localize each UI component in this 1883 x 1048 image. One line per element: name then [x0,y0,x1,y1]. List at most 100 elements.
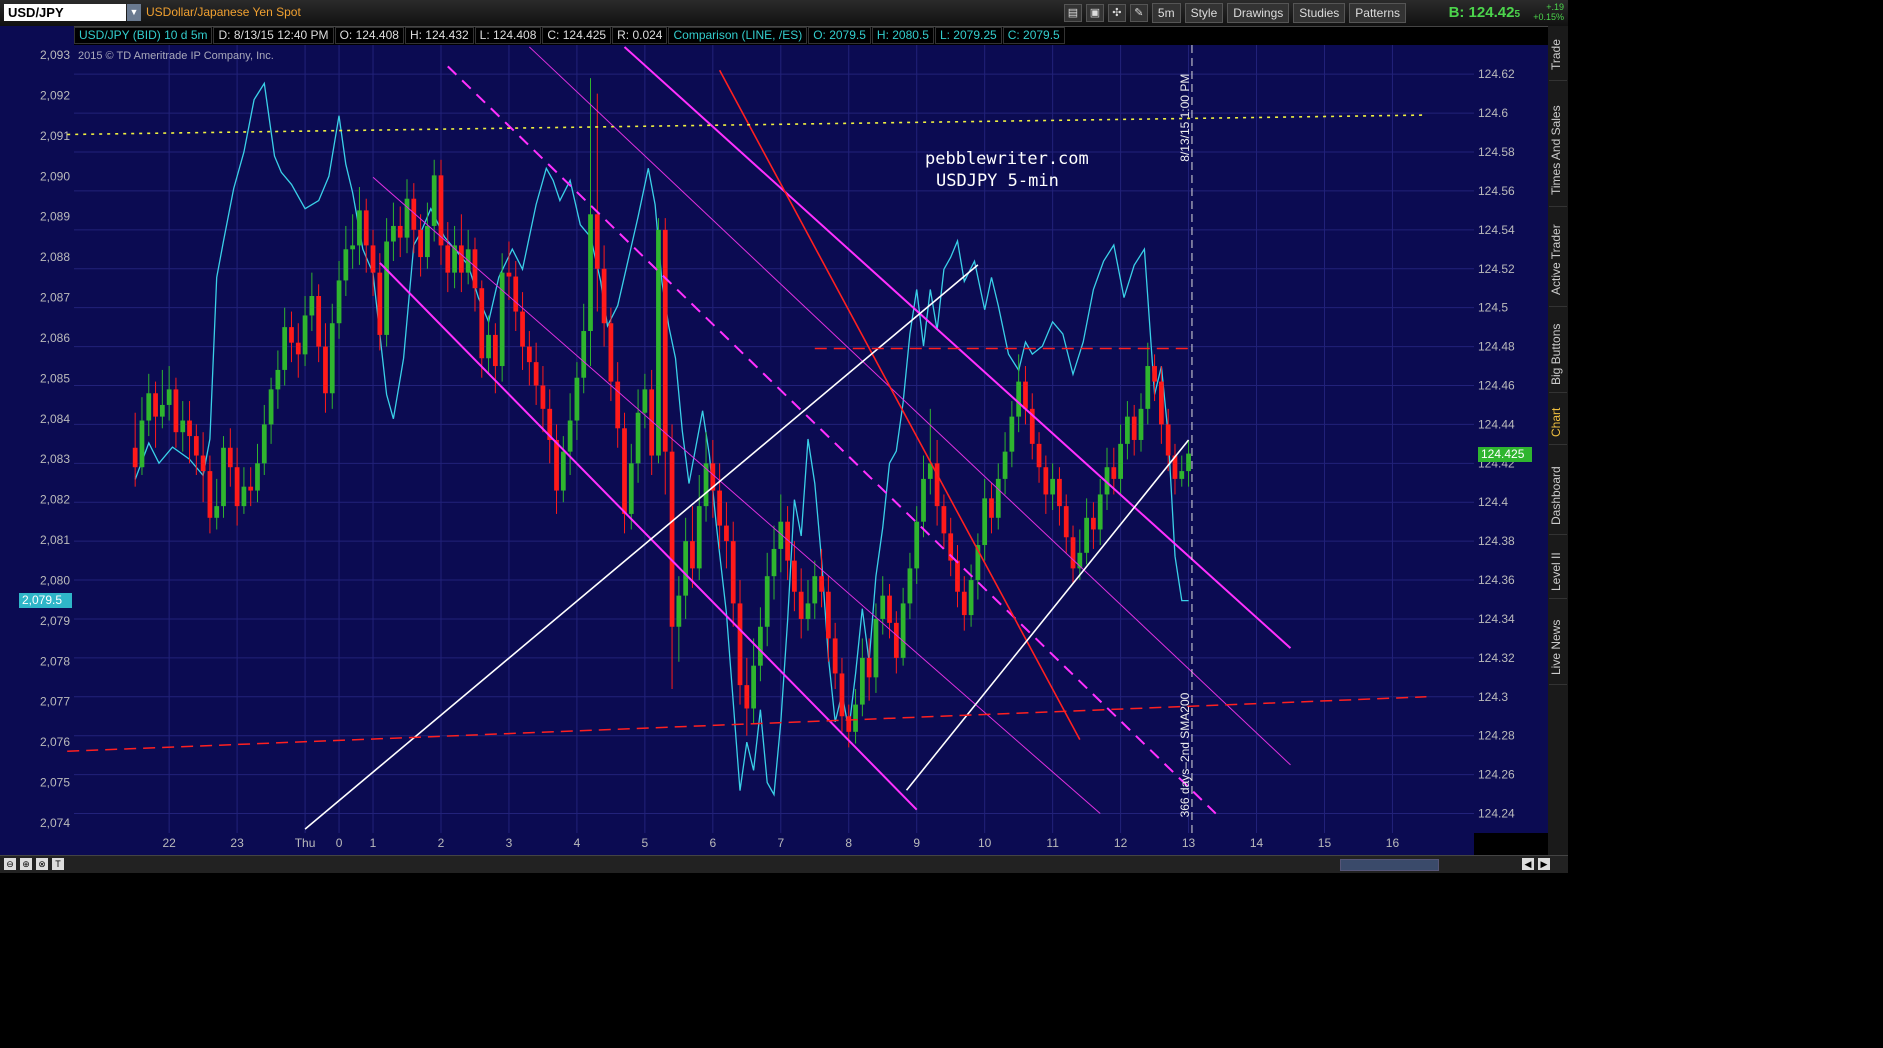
right-axis-panel [1474,45,1548,833]
scroll-thumb[interactable] [1340,859,1439,871]
x-tick-label: 5 [642,836,649,850]
candle-body [187,420,192,437]
info-range: R: 0.024 [612,27,668,44]
annotation-title: pebblewriter.com [925,149,1089,169]
x-axis-panel [74,833,1474,856]
candle-body [302,315,308,355]
candle-body [513,276,519,312]
candle-body [1125,416,1130,444]
x-tick-label: 2 [438,836,445,850]
tab-chart[interactable]: Chart [1549,400,1567,445]
candle-body [968,580,974,616]
info-comp-low: L: 2079.25 [934,27,1002,44]
bottom-scrollbar[interactable]: ⊖ ⊕ ⊗ T ◀ ▶ [0,855,1568,873]
left-tick-label: 2,090 [40,169,70,183]
tab-times-and-sales[interactable]: Times And Sales [1549,94,1567,207]
scroll-right-icon[interactable]: ▶ [1538,858,1550,870]
candle-body [1118,443,1123,479]
tab-dashboard[interactable]: Dashboard [1549,458,1567,535]
candle-body [363,210,369,246]
candle-body [1043,467,1049,495]
candle-body [893,622,899,658]
candle-body [533,362,539,386]
x-tick-label: 12 [1114,836,1128,850]
candle-body [1016,381,1022,417]
tab-level-ii[interactable]: Level II [1549,546,1567,599]
price-chart[interactable]: 2,093 2,092 2,091 2,090 2,089 2,088 2,087 2,086… [0,0,1568,873]
left-tick-label: 2,092 [40,89,70,103]
candle-body [642,389,648,413]
candle-body [554,439,559,491]
tab-trade[interactable]: Trade [1549,30,1567,81]
left-tick-label: 2,076 [40,735,70,749]
candle-body [798,591,804,619]
annotation-subtitle: USDJPY 5-min [936,171,1059,191]
zoom-in-icon[interactable]: ⊕ [20,858,32,870]
x-tick-label: 1 [370,836,377,850]
candle-body [255,463,260,491]
x-tick-label: 13 [1182,836,1196,850]
right-tick-label: 124.38 [1478,534,1515,548]
candle-body [397,225,403,238]
candle-body [1131,416,1137,440]
current-price-badge: 124.425 [1478,447,1532,462]
candle-body [914,521,920,569]
x-tick-label: 7 [777,836,784,850]
candle-body [961,591,967,616]
left-tick-label: 2,084 [40,412,70,426]
candle-body [309,295,315,316]
candle-body [520,311,525,347]
tab-live-news[interactable]: Live News [1549,610,1567,685]
comparison-price-badge: 2,079.5 [19,593,72,608]
candle-body [724,525,729,542]
scroll-left-icon[interactable]: ◀ [1522,858,1534,870]
left-axis-panel [0,26,74,856]
candle-body [1165,424,1171,456]
x-tick-label: 10 [978,836,992,850]
right-tick-label: 124.48 [1478,340,1515,354]
x-tick-label: 11 [1046,836,1059,850]
x-tick-label: 9 [913,836,920,850]
left-tick-label: 2,077 [40,695,70,709]
candle-body [153,393,158,417]
candle-body [445,245,451,273]
zoom-fit-icon[interactable]: ⊗ [36,858,48,870]
candle-body [329,323,335,394]
left-tick-label: 2,087 [40,291,70,305]
candle-body [1152,366,1157,382]
candle-body [635,412,641,464]
zoom-out-icon[interactable]: ⊖ [4,858,16,870]
candle-body [900,603,906,658]
candle-body [615,381,621,429]
x-tick-label: 3 [506,836,513,850]
candle-body [588,214,593,332]
candle-body [982,498,988,546]
info-bar: USD/JPY (BID) 10 d 5m D: 8/13/15 12:40 P… [74,27,1066,44]
candle-body [744,685,750,709]
candle-body [404,198,410,238]
candle-body [173,389,179,433]
x-tick-label: 4 [574,836,581,850]
candle-body [601,268,607,324]
candle-body [758,626,763,666]
left-tick-label: 2,075 [40,775,70,789]
candle-body [1084,517,1089,553]
right-tick-label: 124.46 [1478,378,1515,392]
candle-body [825,591,831,639]
candle-body [859,657,865,705]
info-comp-open: O: 2079.5 [808,27,871,44]
tab-active-trader[interactable]: Active Trader [1549,214,1567,307]
tab-big-buttons[interactable]: Big Buttons [1549,316,1567,393]
candle-body [955,560,960,592]
candle-body [751,665,756,709]
candle-body [1111,467,1117,479]
text-tool-icon[interactable]: T [52,858,64,870]
x-tick-label: Thu [295,836,316,850]
right-tick-label: 124.54 [1478,223,1515,237]
info-comparison[interactable]: Comparison (LINE, /ES) [668,27,808,44]
candle-body [581,331,587,378]
right-tick-label: 124.6 [1478,106,1508,120]
candle-body [628,463,634,514]
candle-body [377,272,383,335]
candle-body [472,249,478,289]
